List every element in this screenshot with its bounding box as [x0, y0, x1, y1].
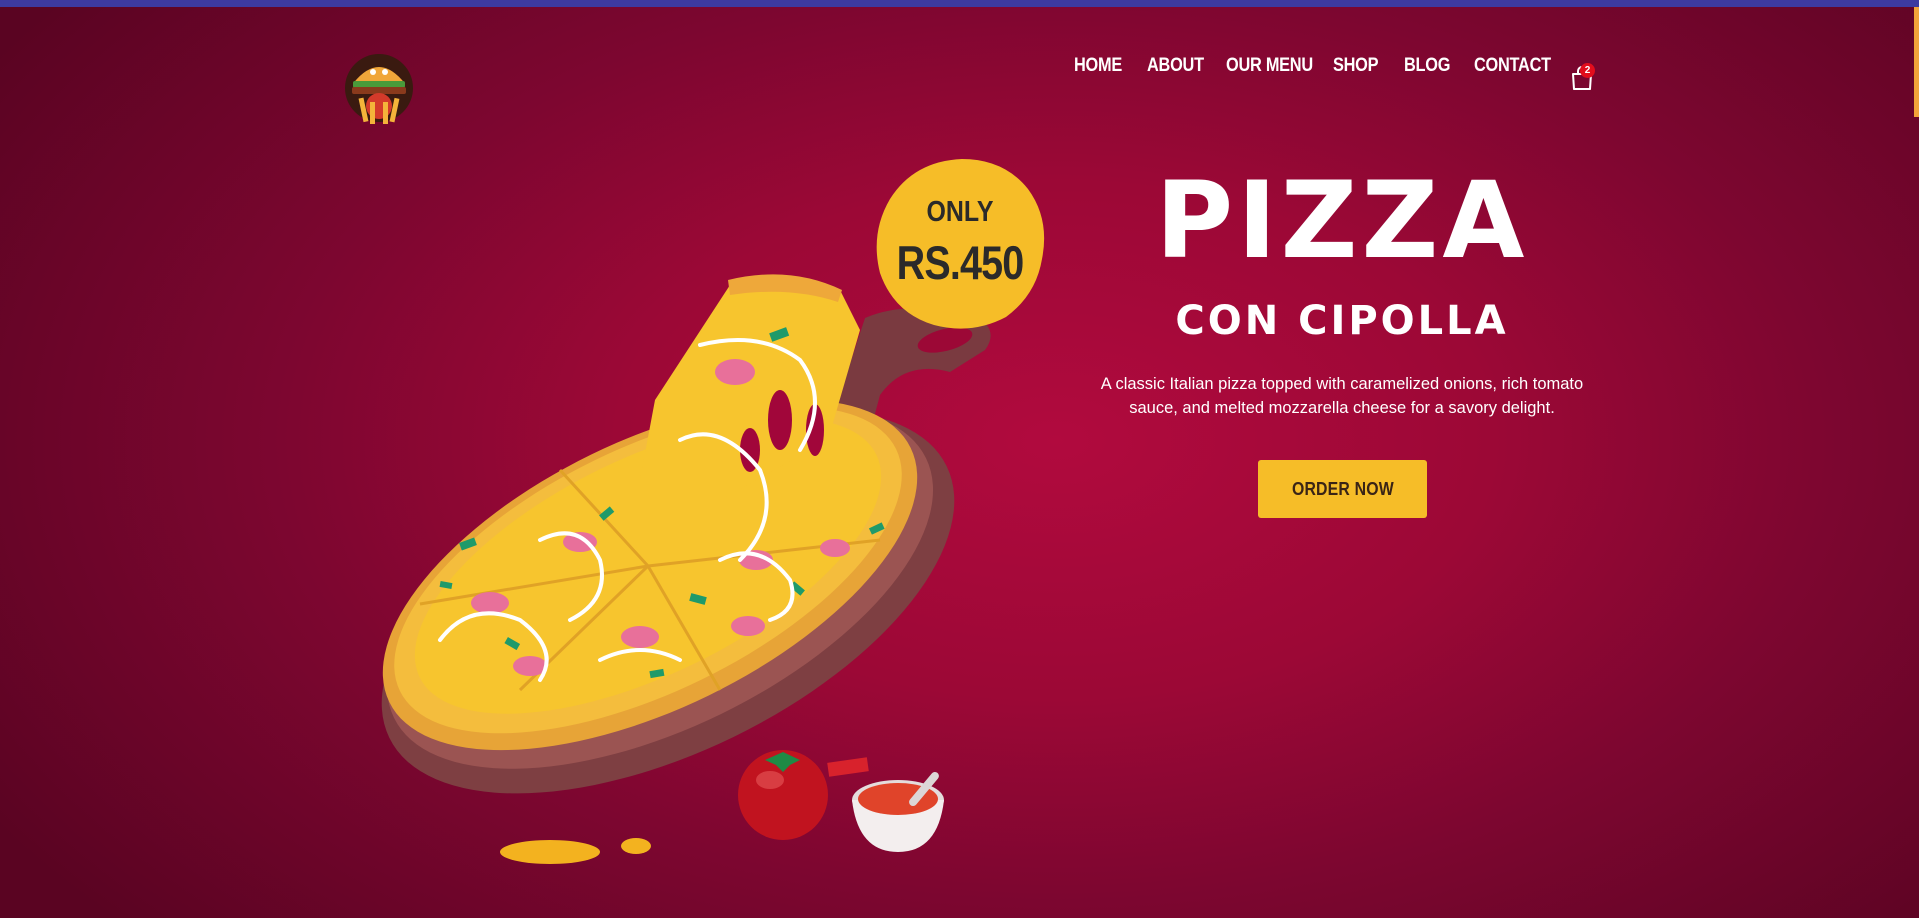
- pizza-illustration: [381, 274, 991, 864]
- order-now-button[interactable]: ORDER NOW: [1258, 460, 1427, 518]
- nav-home[interactable]: HOME: [1074, 55, 1122, 77]
- hero-title: PIZZA: [1155, 159, 1529, 282]
- hero-description: A classic Italian pizza topped with cara…: [1100, 375, 1584, 417]
- scroll-indicator[interactable]: [1914, 7, 1919, 117]
- nav-about[interactable]: ABOUT: [1147, 55, 1204, 77]
- nav-contact[interactable]: CONTACT: [1474, 55, 1551, 77]
- badge-price: RS.450: [896, 236, 1024, 289]
- nav-shop[interactable]: SHOP: [1333, 55, 1379, 77]
- cart-count-badge: 2: [1580, 63, 1595, 78]
- nav-our-menu[interactable]: OUR MENU: [1226, 55, 1313, 77]
- order-now-label: ORDER NOW: [1291, 478, 1394, 499]
- badge-only-label: ONLY: [926, 196, 994, 228]
- nav-blog[interactable]: BLOG: [1404, 55, 1450, 77]
- burger-fries-mascot-icon[interactable]: [343, 48, 415, 128]
- hero-subtitle: CON CIPOLLA: [1175, 298, 1509, 344]
- browser-top-strip: [0, 0, 1919, 7]
